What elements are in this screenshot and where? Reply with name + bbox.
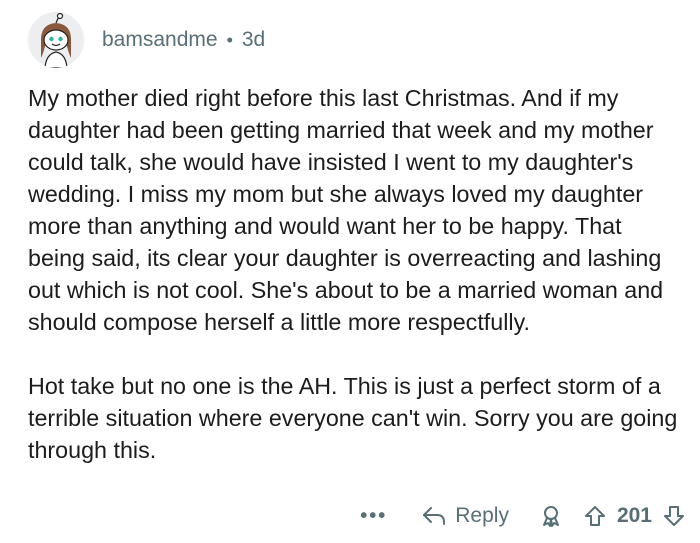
comment-meta: bamsandme • 3d [102, 28, 265, 52]
comment-body: My mother died right before this last Ch… [28, 82, 678, 498]
reply-label: Reply [455, 504, 509, 527]
comment-age: 3d [241, 28, 266, 51]
upvote-arrow-icon [584, 506, 605, 526]
upvote-button[interactable] [583, 504, 607, 528]
downvote-button[interactable] [662, 504, 686, 528]
reply-button[interactable]: Reply [421, 504, 509, 528]
award-button[interactable] [539, 504, 563, 528]
snoo-avatar-icon [28, 12, 84, 68]
meta-separator: • [226, 29, 233, 50]
comment-actions: ••• Reply 201 [360, 494, 686, 538]
comment-paragraph: Hot take but no one is the AH. This is j… [28, 373, 678, 463]
award-icon [542, 506, 559, 527]
username[interactable]: bamsandme [102, 28, 218, 52]
comment-header: bamsandme • 3d [28, 10, 265, 70]
vote-count: 201 [616, 504, 652, 527]
more-options-button[interactable]: ••• [360, 505, 387, 528]
user-avatar[interactable] [28, 12, 84, 68]
comment-paragraph: My mother died right before this last Ch… [28, 85, 664, 335]
downvote-arrow-icon [664, 506, 684, 526]
reply-arrow-icon [423, 507, 446, 525]
